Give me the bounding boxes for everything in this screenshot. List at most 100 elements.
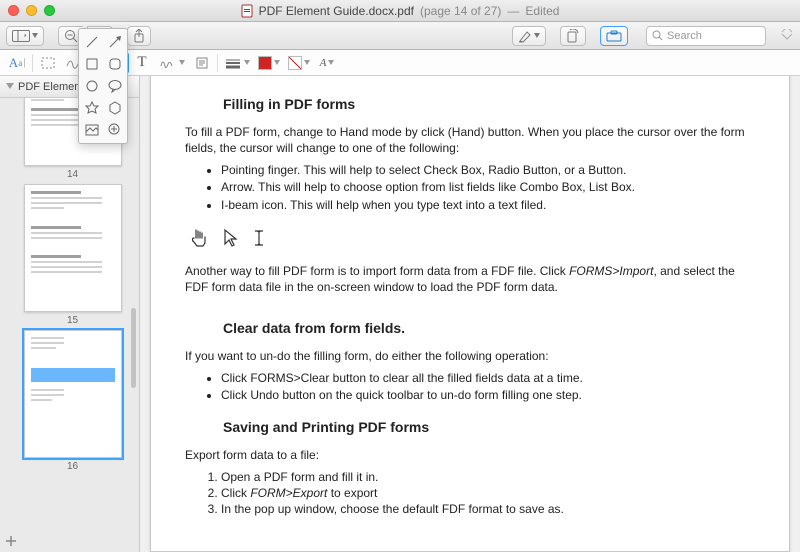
circle-icon [84,78,100,94]
chevron-down-icon [32,33,38,39]
text-tool-button[interactable]: T [129,52,155,74]
heading-saving: Saving and Printing PDF forms [223,418,755,437]
paragraph: Another way to fill PDF form is to impor… [185,263,755,295]
paragraph: To fill a PDF form, change to Hand mode … [185,124,755,156]
shapes-dropdown [78,28,128,144]
window-edited-label: Edited [525,4,559,18]
document-view[interactable]: Filling in PDF forms To fill a PDF form,… [140,76,800,552]
document-page: Filling in PDF forms To fill a PDF form,… [150,76,790,552]
list-item: I-beam icon. This will help when you typ… [221,197,755,213]
shape-image-mask[interactable] [83,122,100,138]
window-page-indicator: (page 14 of 27) [420,4,501,18]
shape-circle[interactable] [83,78,100,94]
numbered-list-export: Open a PDF form and fill it in. Click FO… [185,469,755,518]
chevron-down-icon [6,83,14,91]
bullet-list-clear: Click FORMS>Clear button to clear all th… [185,370,755,403]
arrow-icon [107,34,123,50]
stroke-color-button[interactable] [254,52,284,74]
thumbnail-label: 15 [24,315,122,326]
minimize-window-button[interactable] [26,5,37,16]
heading-clear: Clear data from form fields. [223,319,755,338]
thumbnail-15[interactable]: 15 [24,184,122,326]
paragraph: Export form data to a file: [185,447,755,463]
shape-arrow[interactable] [106,34,123,50]
list-item: Click FORM>Export to export [221,485,755,501]
line-icon [84,34,100,50]
expand-icon[interactable] [780,29,794,43]
search-icon [652,30,663,41]
sidebar-scrollbar[interactable] [131,308,136,388]
fill-color-swatch [288,56,302,70]
highlight-tool-button[interactable] [512,26,546,46]
annotation-toolbar: Aa| T A [0,50,800,76]
shape-square[interactable] [83,56,100,72]
shape-speech[interactable] [106,78,123,94]
window-titlebar: PDF Element Guide.docx.pdf (page 14 of 2… [0,0,800,22]
thumbnail-image [24,330,122,458]
note-icon [195,56,209,70]
fill-color-button[interactable] [284,52,314,74]
shape-rounded[interactable] [106,56,123,72]
thumbnail-16[interactable]: 16 [24,330,122,472]
text-format-button[interactable]: A [314,52,340,74]
share-button[interactable] [127,26,151,46]
star-icon [84,100,100,116]
loupe-icon [107,122,123,138]
toolbox-icon [606,30,622,42]
share-icon [133,29,145,43]
thumbnail-label: 16 [24,461,122,472]
window-controls [8,5,55,16]
chevron-down-icon [304,60,310,66]
window-title: PDF Element Guide.docx.pdf (page 14 of 2… [0,4,800,18]
rotate-button[interactable] [560,26,586,46]
shape-star[interactable] [83,100,100,116]
speech-bubble-icon [107,78,123,94]
note-tool-button[interactable] [189,52,215,74]
markup-toolbar-toggle-button[interactable] [600,26,628,46]
thumbnail-list: 14 15 16 [0,98,139,552]
zoom-window-button[interactable] [44,5,55,16]
cursor-examples [189,227,755,249]
window-filename: PDF Element Guide.docx.pdf [259,4,414,18]
chevron-down-icon [534,33,540,39]
signature-icon [159,56,177,70]
bullet-list-cursors: Pointing finger. This will help to selec… [185,162,755,213]
workspace: PDF Element Guide 14 15 [0,76,800,552]
heading-filling: Filling in PDF forms [223,95,755,114]
line-style-button[interactable] [220,52,254,74]
line-weight-icon [224,57,242,69]
arrow-cursor-icon [223,228,239,248]
search-field[interactable]: Search [646,26,766,46]
sidebar-icon [12,30,30,42]
search-placeholder: Search [667,30,702,42]
shape-loupe[interactable] [106,122,123,138]
document-icon [241,4,253,18]
list-item: Arrow. This will help to choose option f… [221,179,755,195]
rounded-square-icon [107,56,123,72]
signature-tool-button[interactable] [155,52,189,74]
close-window-button[interactable] [8,5,19,16]
ibeam-cursor-icon [253,228,265,248]
hand-cursor-icon [189,227,209,249]
selection-tool-button[interactable] [35,52,61,74]
sidebar-toggle-button[interactable] [6,26,44,46]
thumbnail-label: 14 [24,169,122,180]
chevron-down-icon [328,60,334,66]
zoom-out-icon [64,29,78,43]
list-item: In the pop up window, choose the default… [221,501,755,517]
add-page-button[interactable] [4,534,20,550]
window-edited-separator: — [507,4,519,18]
paragraph: If you want to un-do the filling form, d… [185,348,755,364]
list-item: Click Undo button on the quick toolbar t… [221,387,755,403]
hexagon-icon [107,100,123,116]
shape-polygon[interactable] [106,100,123,116]
shape-line[interactable] [83,34,100,50]
chevron-down-icon [274,60,280,66]
marker-icon [518,29,532,43]
chevron-down-icon [244,60,250,66]
thumbnail-sidebar: PDF Element Guide 14 15 [0,76,140,552]
thumbnail-image [24,184,122,312]
image-mask-icon [84,122,100,138]
text-style-button[interactable]: Aa| [4,52,30,74]
list-item: Open a PDF form and fill it in. [221,469,755,485]
